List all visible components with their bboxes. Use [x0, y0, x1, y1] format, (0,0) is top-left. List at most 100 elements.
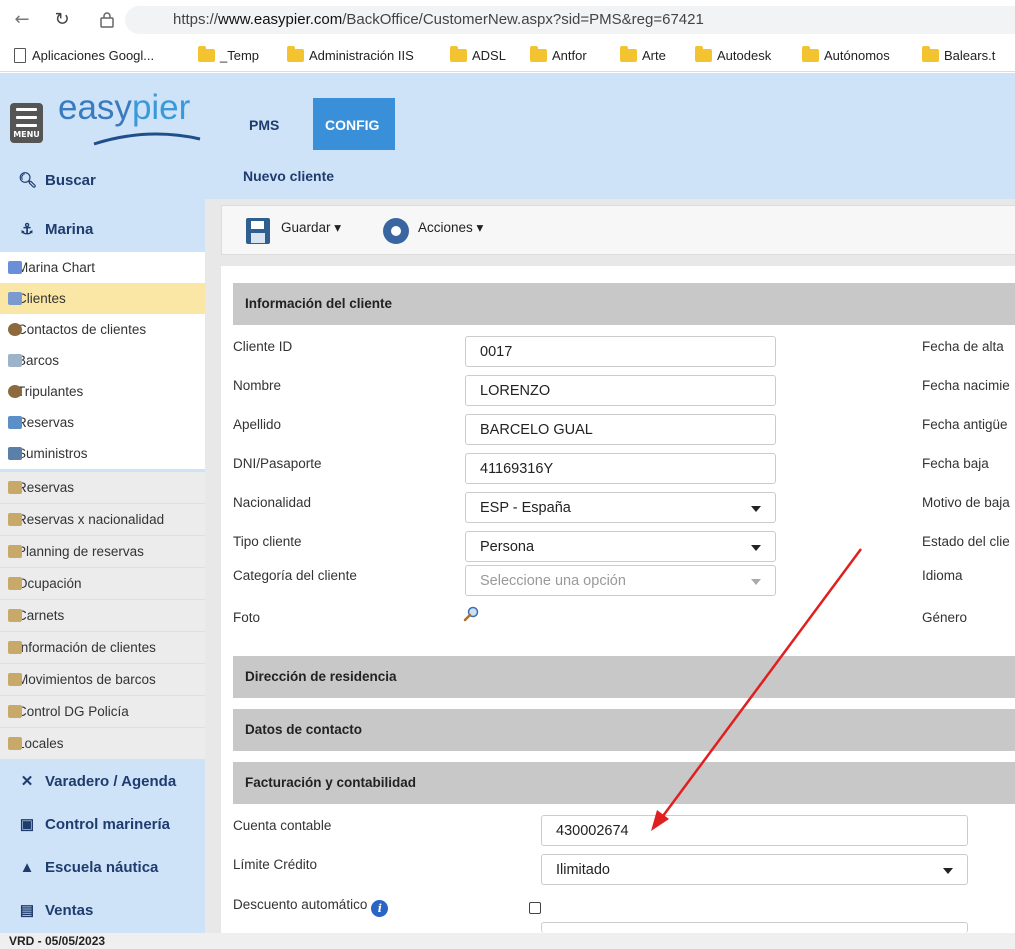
sidebar-marina[interactable]: ⚓︎ Marina — [0, 208, 205, 252]
save-icon[interactable] — [246, 218, 270, 244]
report-icon — [8, 609, 22, 622]
supplies-icon — [8, 447, 22, 460]
descuento-checkbox[interactable] — [529, 902, 541, 914]
cuenta-contable-label: Cuenta contable — [233, 818, 332, 833]
report-icon — [8, 737, 22, 750]
info-icon[interactable]: i — [371, 900, 389, 917]
bookmark-antfor[interactable]: Antfor — [530, 46, 587, 65]
chevron-down-icon — [943, 868, 953, 874]
cuenta-contable-field[interactable]: 430002674 — [541, 815, 968, 846]
sidebar-varadero[interactable]: ✕ Varadero / Agenda — [0, 760, 205, 804]
chevron-down-icon — [751, 545, 761, 551]
page-icon — [14, 48, 26, 63]
tab-icon[interactable] — [95, 8, 119, 32]
sidebar-report-ocupacion[interactable]: Ocupación — [0, 568, 205, 599]
url-field[interactable]: https://www.easypier.com/BackOffice/Cust… — [125, 6, 1015, 34]
folder-icon — [530, 46, 547, 62]
folder-icon — [198, 46, 215, 62]
categoria-label: Categoría del cliente — [233, 568, 357, 583]
folder-icon — [695, 46, 712, 62]
next-field-partial[interactable] — [541, 922, 968, 933]
sidebar-item-clientes[interactable]: Clientes — [0, 283, 205, 314]
nacionalidad-select[interactable]: ESP - España — [465, 492, 776, 523]
reload-icon[interactable]: ↻ — [50, 8, 74, 32]
sidebar-item-reservas[interactable]: Reservas — [0, 407, 205, 438]
receipt-icon: ▤ — [19, 902, 35, 919]
apellido-field[interactable]: BARCELO GUAL — [465, 414, 776, 445]
app-logo: easypier — [58, 88, 191, 127]
sidebar-report-reservas[interactable]: Reservas — [0, 472, 205, 503]
section-direccion[interactable]: Dirección de residencia — [233, 656, 1015, 698]
report-icon — [8, 673, 22, 686]
folder-icon — [802, 46, 819, 62]
clients-icon — [8, 292, 22, 305]
magnifier-icon[interactable] — [463, 606, 479, 622]
nombre-field[interactable]: LORENZO — [465, 375, 776, 406]
sidebar-control-marineria[interactable]: ▣ Control marinería — [0, 803, 205, 847]
bookmarks-bar: Aplicaciones Googl... _Temp Administraci… — [0, 40, 1015, 72]
sidebar-item-marina-chart[interactable]: Marina Chart — [0, 252, 205, 283]
sidebar-item-contactos[interactable]: Contactos de clientes — [0, 314, 205, 345]
sidebar-item-tripulantes[interactable]: Tripulantes — [0, 376, 205, 407]
page-title: Nuevo cliente — [243, 168, 335, 184]
crew-icon — [8, 385, 22, 398]
graduation-icon: ▲ — [19, 859, 35, 876]
report-icon — [8, 705, 22, 718]
sidebar-ventas[interactable]: ▤ Ventas — [0, 889, 205, 933]
fecha-alta-label: Fecha de alta — [922, 339, 1004, 354]
sidebar-report-carnets[interactable]: Carnets — [0, 600, 205, 631]
bookmark-autodesk[interactable]: Autodesk — [695, 46, 771, 65]
genero-label: Género — [922, 610, 968, 625]
tipo-cliente-label: Tipo cliente — [233, 534, 302, 549]
actions-button[interactable]: Acciones ▾ — [418, 220, 483, 236]
sidebar-item-suministros[interactable]: Suministros — [0, 438, 205, 469]
tipo-cliente-select[interactable]: Persona — [465, 531, 776, 562]
back-icon[interactable]: ← — [10, 8, 34, 32]
bookmark-balears[interactable]: Balears.t — [922, 46, 995, 65]
logo-swoosh-icon — [93, 132, 201, 146]
gear-icon[interactable] — [383, 218, 409, 244]
sidebar-report-reservas-nacionalidad[interactable]: Reservas x nacionalidad — [0, 504, 205, 535]
chart-icon — [8, 261, 22, 274]
save-button[interactable]: Guardar ▾ — [281, 220, 341, 236]
bookmark-adsl[interactable]: ADSL — [450, 46, 506, 65]
boat-icon — [8, 354, 22, 367]
browser-address-bar: ← ↻ https://www.easypier.com/BackOffice/… — [0, 0, 1015, 40]
sidebar-report-movimientos[interactable]: Movimientos de barcos — [0, 664, 205, 695]
url-text: https://www.easypier.com/BackOffice/Cust… — [173, 11, 704, 28]
limite-credito-select[interactable]: Ilimitado — [541, 854, 968, 885]
chevron-down-icon — [751, 579, 761, 585]
nav-pms[interactable]: PMS — [249, 117, 279, 133]
apellido-label: Apellido — [233, 417, 282, 432]
sidebar-report-locales[interactable]: Locales — [0, 728, 205, 759]
tools-icon: ✕ — [20, 773, 34, 790]
ship-icon: ⚓︎ — [20, 221, 34, 238]
folder-icon — [287, 46, 304, 62]
report-icon — [8, 513, 22, 526]
dni-label: DNI/Pasaporte — [233, 456, 322, 471]
limite-credito-label: Límite Crédito — [233, 857, 318, 872]
sidebar-buscar[interactable]: 🔍︎ Buscar — [0, 159, 205, 203]
nav-config[interactable]: CONFIG — [325, 117, 379, 133]
dni-field[interactable]: 41169316Y — [465, 453, 776, 484]
sidebar-report-info-clientes[interactable]: Información de clientes — [0, 632, 205, 663]
bookmark-temp[interactable]: _Temp — [198, 46, 259, 65]
sidebar-item-barcos[interactable]: Barcos — [0, 345, 205, 376]
clipboard-icon: ▣ — [19, 816, 35, 833]
fecha-baja-label: Fecha baja — [922, 456, 989, 471]
sidebar-escuela[interactable]: ▲ Escuela náutica — [0, 846, 205, 890]
sidebar-report-control-dg[interactable]: Control DG Policía — [0, 696, 205, 727]
bookmark-apps[interactable]: Aplicaciones Googl... — [14, 47, 154, 65]
section-contacto[interactable]: Datos de contacto — [233, 709, 1015, 751]
cliente-id-label: Cliente ID — [233, 339, 293, 354]
section-info-cliente[interactable]: Información del cliente — [233, 283, 1015, 325]
bookmark-arte[interactable]: Arte — [620, 46, 666, 65]
menu-button[interactable]: MENU — [10, 103, 43, 143]
cliente-id-field[interactable]: 0017 — [465, 336, 776, 367]
sidebar-report-planning[interactable]: Planning de reservas — [0, 536, 205, 567]
section-facturacion[interactable]: Facturación y contabilidad — [233, 762, 1015, 804]
categoria-select[interactable]: Seleccione una opción — [465, 565, 776, 596]
bookmark-iis[interactable]: Administración IIS — [287, 46, 414, 65]
bookmark-autonomos[interactable]: Autónomos — [802, 46, 890, 65]
motivo-baja-label: Motivo de baja — [922, 495, 1010, 510]
